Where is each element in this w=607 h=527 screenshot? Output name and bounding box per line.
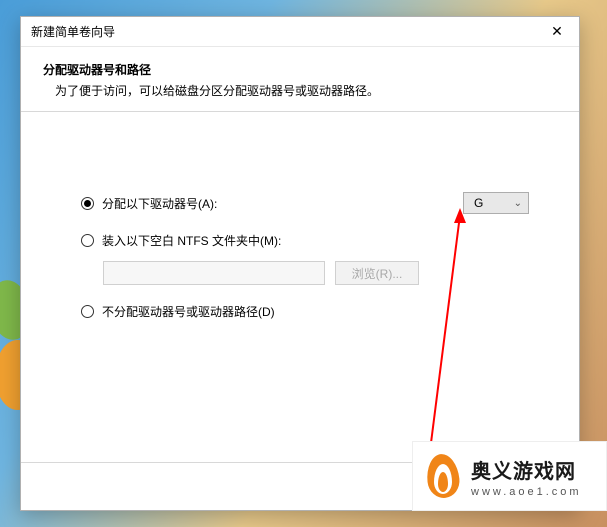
radio-mount[interactable] (81, 234, 94, 247)
flame-icon (423, 452, 463, 500)
window-title: 新建简单卷向导 (31, 23, 115, 40)
browse-label: 浏览(R)... (352, 265, 403, 282)
wizard-dialog: 新建简单卷向导 ✕ 分配驱动器号和路径 为了便于访问，可以给磁盘分区分配驱动器号… (20, 16, 580, 511)
watermark-url: www.aoe1.com (471, 486, 582, 498)
watermark: 奥义游戏网 www.aoe1.com (412, 441, 607, 511)
watermark-title: 奥义游戏网 (471, 455, 582, 484)
radio-assign-label: 分配以下驱动器号(A): (102, 195, 217, 212)
option-mount-row[interactable]: 装入以下空白 NTFS 文件夹中(M): (81, 232, 529, 249)
close-button[interactable]: ✕ (535, 17, 579, 46)
content-area: 分配以下驱动器号(A): G ⌄ 装入以下空白 NTFS 文件夹中(M): 浏览… (21, 112, 579, 320)
radio-mount-label: 装入以下空白 NTFS 文件夹中(M): (102, 232, 281, 249)
drive-letter-value: G (474, 196, 483, 210)
header-subtitle: 为了便于访问，可以给磁盘分区分配驱动器号或驱动器路径。 (43, 82, 557, 99)
option-assign-row[interactable]: 分配以下驱动器号(A): G ⌄ (81, 192, 529, 214)
close-icon: ✕ (551, 23, 563, 40)
radio-none-label: 不分配驱动器号或驱动器路径(D) (102, 303, 275, 320)
option-none-row[interactable]: 不分配驱动器号或驱动器路径(D) (81, 303, 529, 320)
mount-path-input (103, 261, 325, 285)
header: 分配驱动器号和路径 为了便于访问，可以给磁盘分区分配驱动器号或驱动器路径。 (21, 47, 579, 111)
titlebar: 新建简单卷向导 ✕ (21, 17, 579, 47)
radio-assign[interactable] (81, 197, 94, 210)
radio-none[interactable] (81, 305, 94, 318)
header-title: 分配驱动器号和路径 (43, 61, 557, 78)
drive-letter-select[interactable]: G ⌄ (463, 192, 529, 214)
chevron-down-icon: ⌄ (514, 198, 522, 209)
browse-button: 浏览(R)... (335, 261, 419, 285)
